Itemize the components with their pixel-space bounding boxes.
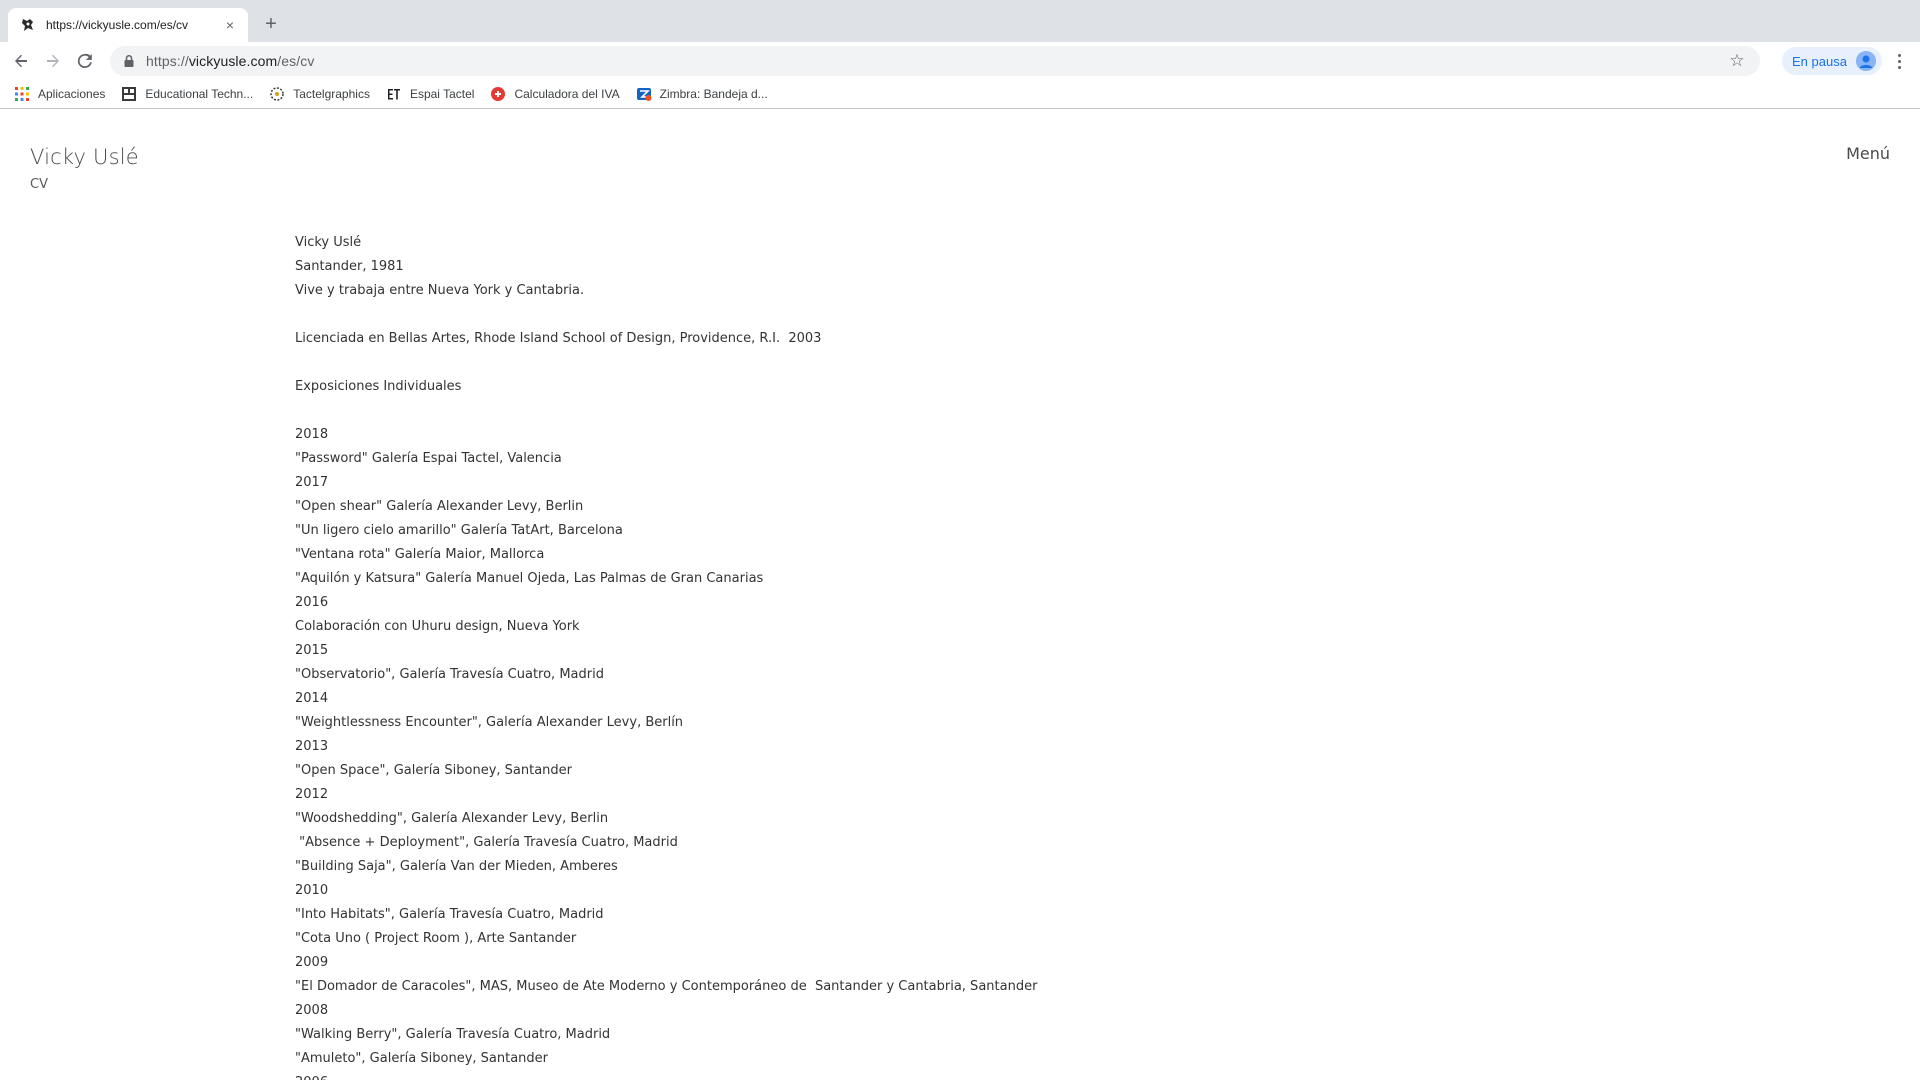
address-bar[interactable]: https://vickyusle.com/es/cv ☆ [110, 46, 1760, 76]
cv-line: Santander, 1981 [295, 259, 404, 274]
lock-icon [122, 54, 136, 68]
cv-line: Vicky Uslé [295, 235, 362, 250]
bookmark-label: Espai Tactel [409, 86, 475, 101]
cv-entry: "Aquilón y Katsura" Galería Manuel Ojeda… [295, 571, 764, 586]
cv-year: 2006 [295, 1071, 1495, 1080]
cv-entry: "Un ligero cielo amarillo" Galería TatAr… [295, 523, 623, 538]
bookmark-label: Zimbra: Bandeja d... [659, 86, 768, 101]
bookmark-label: Aplicaciones [38, 86, 106, 101]
espai-tactel-icon [386, 86, 402, 102]
bookmark-label: Educational Techn... [145, 86, 254, 101]
profile-status-label: En pausa [1792, 53, 1847, 69]
reload-icon [77, 53, 92, 69]
cv-entry: "Into Habitats", Galería Travesía Cuatro… [295, 907, 604, 922]
cv-year: 2017 [295, 475, 329, 490]
bookmark-aplicaciones[interactable]: Aplicaciones [14, 86, 105, 102]
profile-button[interactable]: En pausa [1782, 47, 1882, 75]
tab-strip: https://vickyusle.com/es/cv × + [0, 0, 1920, 42]
cv-entry: "Observatorio", Galería Travesía Cuatro,… [295, 667, 604, 682]
cv-entry: "Password" Galería Espai Tactel, Valenci… [295, 451, 562, 466]
cv-year: 2009 [295, 955, 329, 970]
bookmark-calculadora-iva[interactable]: Calculadora del IVA [490, 86, 620, 102]
bookmark-zimbra[interactable]: Zimbra: Bandeja d... [636, 86, 768, 102]
cv-year: 2015 [295, 643, 329, 658]
cv-entry: "Building Saja", Galería Van der Mieden,… [295, 859, 618, 874]
url-path: /es/cv [277, 53, 315, 69]
cv-entry: "Ventana rota" Galería Maior, Mallorca [295, 547, 545, 562]
cv-entry: "Open Space", Galería Siboney, Santander [295, 763, 573, 778]
cv-entry: "Woodshedding", Galería Alexander Levy, … [295, 811, 609, 826]
reload-button[interactable] [72, 48, 98, 74]
cv-year: 2014 [295, 691, 329, 706]
cv-line: Licenciada en Bellas Artes, Rhode Island… [295, 331, 822, 346]
forward-button[interactable] [40, 48, 66, 74]
browser-toolbar: https://vickyusle.com/es/cv ☆ En pausa [0, 42, 1920, 79]
cv-year: 2013 [295, 739, 329, 754]
url-scheme: https:// [146, 53, 189, 69]
bookmark-tactelgraphics[interactable]: Tactelgraphics [269, 86, 370, 102]
educational-tech-icon [121, 86, 137, 102]
zimbra-icon [636, 86, 652, 102]
web-page: Vicky Uslé CV Menú Vicky Uslé Santander,… [0, 110, 1920, 1080]
tactelgraphics-icon [269, 86, 285, 102]
cv-year: 2016 [295, 595, 329, 610]
cv-entry: "El Domador de Caracoles", MAS, Museo de… [295, 979, 1038, 994]
bookmark-espai-tactel[interactable]: Espai Tactel [386, 86, 474, 102]
cv-year: 2008 [295, 1003, 329, 1018]
cv-entry: "Cota Uno ( Project Room ), Arte Santand… [295, 931, 577, 946]
cv-year: 2010 [295, 883, 329, 898]
bookmark-educational-tech[interactable]: Educational Techn... [121, 86, 253, 102]
new-tab-button[interactable]: + [260, 13, 282, 35]
site-title[interactable]: Vicky Uslé [30, 145, 139, 169]
bookmark-label: Calculadora del IVA [514, 86, 620, 101]
cv-entry: "Absence + Deployment", Galería Travesía… [295, 835, 678, 850]
browser-menu-icon[interactable] [1889, 50, 1909, 72]
bookmark-label: Tactelgraphics [293, 86, 370, 101]
bookmark-star-icon[interactable]: ☆ [1728, 51, 1746, 70]
browser-tab[interactable]: https://vickyusle.com/es/cv × [8, 8, 248, 42]
menu-button[interactable]: Menú [1846, 144, 1890, 163]
back-button[interactable] [8, 48, 34, 74]
site-favicon-icon [20, 17, 36, 33]
tab-close-icon[interactable]: × [222, 17, 238, 33]
cv-entry: Colaboración con Uhuru design, Nueva Yor… [295, 619, 580, 634]
cv-year: 2012 [295, 787, 329, 802]
apps-grid-icon [14, 86, 30, 102]
address-url: https://vickyusle.com/es/cv [146, 53, 314, 69]
back-arrow-icon [15, 54, 27, 68]
cv-blank-line [295, 303, 1495, 327]
calculadora-icon [490, 86, 506, 102]
page-subtitle: CV [30, 177, 48, 192]
forward-arrow-icon [47, 54, 59, 68]
avatar-icon [1856, 51, 1876, 71]
cv-entry: "Open shear" Galería Alexander Levy, Ber… [295, 499, 584, 514]
cv-blank-line [295, 399, 1495, 423]
cv-section-heading: Exposiciones Individuales [295, 379, 462, 394]
cv-year: 2018 [295, 427, 329, 442]
cv-content: Vicky Uslé Santander, 1981 Vive y trabaj… [295, 231, 1495, 1080]
cv-line: Vive y trabaja entre Nueva York y Cantab… [295, 283, 585, 298]
url-host: vickyusle.com [188, 53, 278, 69]
cv-entry: "Amuleto", Galería Siboney, Santander [295, 1051, 549, 1066]
cv-blank-line [295, 351, 1495, 375]
cv-entry: "Walking Berry", Galería Travesía Cuatro… [295, 1027, 611, 1042]
bookmarks-bar: Aplicaciones Educational Techn... Tactel… [0, 79, 1920, 109]
cv-entry: "Weightlessness Encounter", Galería Alex… [295, 715, 684, 730]
tab-title: https://vickyusle.com/es/cv [46, 18, 189, 32]
